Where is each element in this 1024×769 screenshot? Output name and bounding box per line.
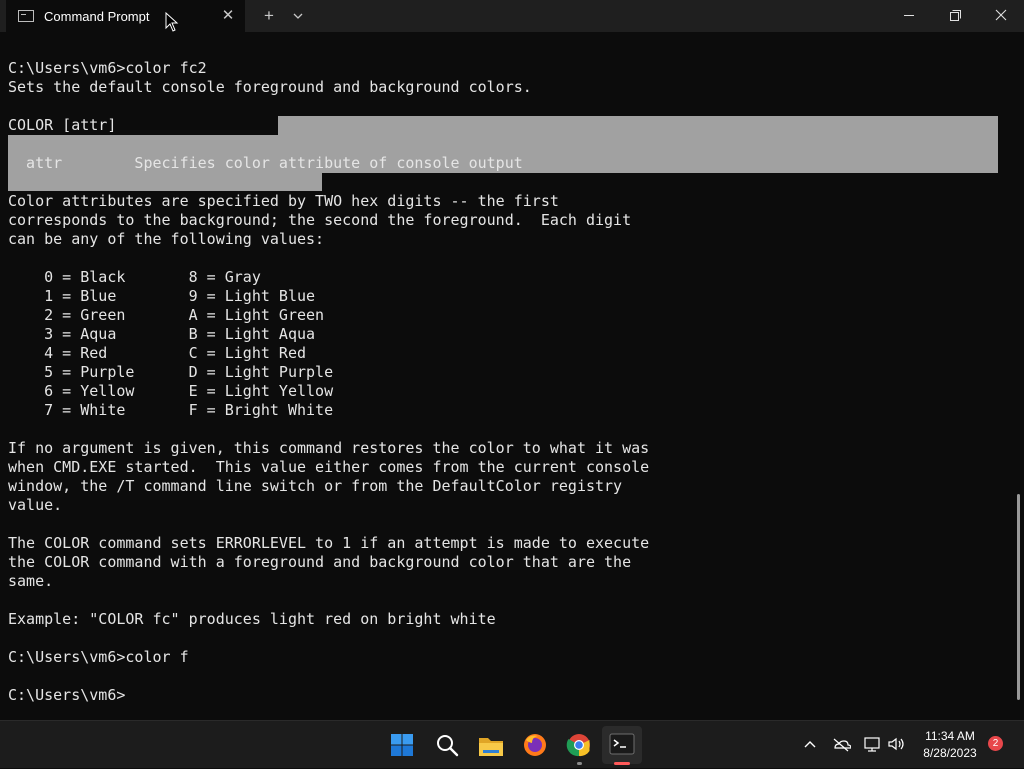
- onedrive-offline-icon: [833, 738, 852, 752]
- title-bar: Command Prompt ✕ +: [0, 0, 1024, 32]
- volume-icon: [888, 737, 904, 751]
- chrome-button[interactable]: [562, 728, 596, 762]
- close-icon: [995, 9, 1007, 21]
- terminal-line: COLOR [attr]: [8, 116, 117, 134]
- terminal-line: 1 = Blue 9 = Light Blue: [8, 287, 316, 305]
- terminal-line: 0 = Black 8 = Gray: [8, 268, 261, 286]
- maximize-button[interactable]: [932, 0, 978, 32]
- chevron-down-icon: [293, 13, 303, 19]
- terminal-line: can be any of the following values:: [8, 230, 325, 248]
- terminal-line: Example: "COLOR fc" produces light red o…: [8, 610, 496, 628]
- tab-dropdown-button[interactable]: [288, 6, 308, 26]
- chrome-icon: [566, 734, 590, 757]
- terminal-line: C:\Users\vm6>: [8, 686, 126, 704]
- close-window-button[interactable]: [978, 0, 1024, 32]
- firefox-icon: [524, 734, 546, 756]
- terminal-line: 4 = Red C = Light Red: [8, 344, 307, 362]
- terminal-line: 3 = Aqua B = Light Aqua: [8, 325, 316, 343]
- network-button[interactable]: [862, 734, 882, 754]
- file-explorer-button[interactable]: [474, 728, 508, 762]
- show-hidden-icons-button[interactable]: [800, 734, 820, 754]
- new-tab-button[interactable]: +: [258, 6, 280, 26]
- restore-icon: [950, 10, 961, 21]
- terminal-line: value.: [8, 496, 63, 514]
- terminal-line: 6 = Yellow E = Light Yellow: [8, 382, 334, 400]
- terminal-line: The COLOR command sets ERRORLEVEL to 1 i…: [8, 534, 650, 552]
- terminal-output[interactable]: C:\Users\vm6>color fc2 Sets the default c…: [0, 32, 1024, 720]
- terminal-line: 2 = Green A = Light Green: [8, 306, 325, 324]
- scrollbar-thumb[interactable]: [1017, 494, 1020, 700]
- search-button[interactable]: [430, 728, 464, 762]
- terminal-line: 7 = White F = Bright White: [8, 401, 334, 419]
- terminal-taskbar-button[interactable]: [602, 726, 642, 764]
- search-icon: [437, 735, 459, 757]
- terminal-line: C:\Users\vm6>color fc2: [8, 59, 207, 77]
- clock-time: 11:34 AM: [925, 729, 975, 743]
- terminal-line: 5 = Purple D = Light Purple: [8, 363, 334, 381]
- tab-command-prompt[interactable]: Command Prompt ✕: [6, 0, 245, 32]
- terminal-line: Sets the default console foreground and …: [8, 78, 532, 96]
- minimize-button[interactable]: [886, 0, 932, 32]
- tab-close-button[interactable]: ✕: [219, 7, 237, 25]
- active-app-indicator: [614, 762, 630, 765]
- terminal-line: Color attributes are specified by TWO he…: [8, 192, 559, 210]
- terminal-line: corresponds to the background; the secon…: [8, 211, 632, 229]
- chrome-running-indicator: [577, 762, 582, 765]
- network-icon: [864, 737, 880, 752]
- terminal-line: window, the /T command line switch or fr…: [8, 477, 623, 495]
- file-explorer-icon: [479, 738, 503, 756]
- onedrive-button[interactable]: [831, 734, 852, 754]
- terminal-line: same.: [8, 572, 54, 590]
- terminal-line: when CMD.EXE started. This value either …: [8, 458, 650, 476]
- taskbar: 11:34 AM 8/28/2023 2: [0, 720, 1024, 768]
- clock-date: 8/28/2023: [923, 746, 977, 760]
- chevron-up-icon: [804, 741, 816, 748]
- text-selection: [8, 173, 322, 191]
- notification-badge[interactable]: 2: [988, 736, 1003, 751]
- terminal-line: attr Specifies color attribute of consol…: [8, 154, 523, 172]
- terminal-icon: [609, 733, 635, 755]
- terminal-line: C:\Users\vm6>color f: [8, 648, 189, 666]
- windows-start-icon: [391, 734, 413, 756]
- terminal-line: If no argument is given, this command re…: [8, 439, 650, 457]
- mouse-cursor-icon: [165, 12, 179, 32]
- cmd-app-icon: [18, 10, 34, 22]
- firefox-button[interactable]: [518, 728, 552, 762]
- start-button[interactable]: [385, 728, 419, 762]
- terminal-line: the COLOR command with a foreground and …: [8, 553, 632, 571]
- minimize-icon: [904, 15, 914, 16]
- tab-title: Command Prompt: [44, 9, 150, 24]
- volume-button[interactable]: [886, 734, 906, 754]
- clock-button[interactable]: 11:34 AM 8/28/2023: [916, 728, 984, 762]
